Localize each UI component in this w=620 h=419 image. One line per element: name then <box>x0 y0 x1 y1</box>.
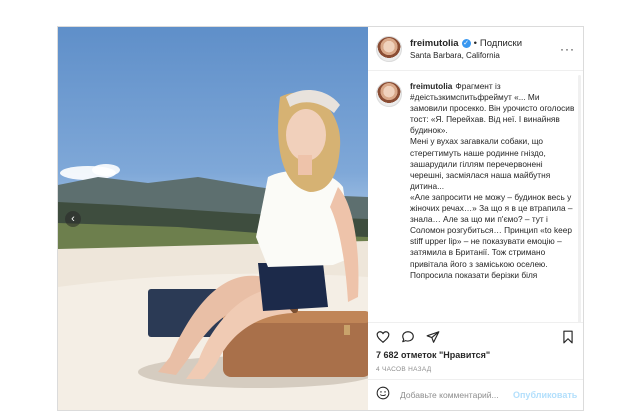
caption-username[interactable]: freimutolia <box>410 81 452 91</box>
emoji-icon[interactable] <box>376 386 390 405</box>
more-options-icon[interactable]: ··· <box>560 42 575 56</box>
caption: freimutolia Фрагмент із #деістьзкимспитьф… <box>410 81 575 281</box>
share-icon[interactable] <box>426 330 440 344</box>
verified-icon: ✓ <box>461 38 471 48</box>
avatar[interactable] <box>376 35 402 62</box>
username-link[interactable]: freimutolia <box>410 38 459 49</box>
post-side-panel: freimutolia ✓ • Подписки Santa Barbara, … <box>368 27 583 410</box>
follow-button[interactable]: Подписки <box>480 38 522 49</box>
post-time: 4 ЧАСОВ НАЗАД <box>376 366 432 373</box>
comment-input[interactable] <box>398 389 513 401</box>
header-line: freimutolia ✓ • Подписки <box>410 38 554 49</box>
likes-count[interactable]: 7 682 отметок "Нравится" <box>368 350 583 360</box>
separator-dot: • <box>473 37 477 49</box>
comments-scrollbar[interactable] <box>578 75 581 322</box>
heart-icon[interactable] <box>376 330 390 344</box>
comment-icon[interactable] <box>401 330 415 344</box>
add-comment-bar: Опубликовать <box>368 379 583 410</box>
caption-body: Фрагмент із #деістьзкимспитьфреймут «...… <box>410 81 575 280</box>
post-header: freimutolia ✓ • Подписки Santa Barbara, … <box>368 27 583 71</box>
bookmark-icon[interactable] <box>561 330 575 344</box>
location-link[interactable]: Santa Barbara, California <box>410 51 554 60</box>
header-text: freimutolia ✓ • Подписки Santa Barbara, … <box>410 38 554 60</box>
action-bar <box>368 322 583 350</box>
photo-illustration <box>58 90 368 410</box>
post-photo[interactable]: ‹ <box>58 27 368 410</box>
comments-area: freimutolia Фрагмент із #деістьзкимспитьф… <box>368 71 583 322</box>
prev-photo-button[interactable]: ‹ <box>65 211 81 227</box>
post-dialog: ‹ freimutolia ✓ • Подписки Santa Barbara… <box>57 26 584 411</box>
caption-avatar[interactable] <box>376 81 402 107</box>
publish-button[interactable]: Опубликовать <box>513 390 577 400</box>
